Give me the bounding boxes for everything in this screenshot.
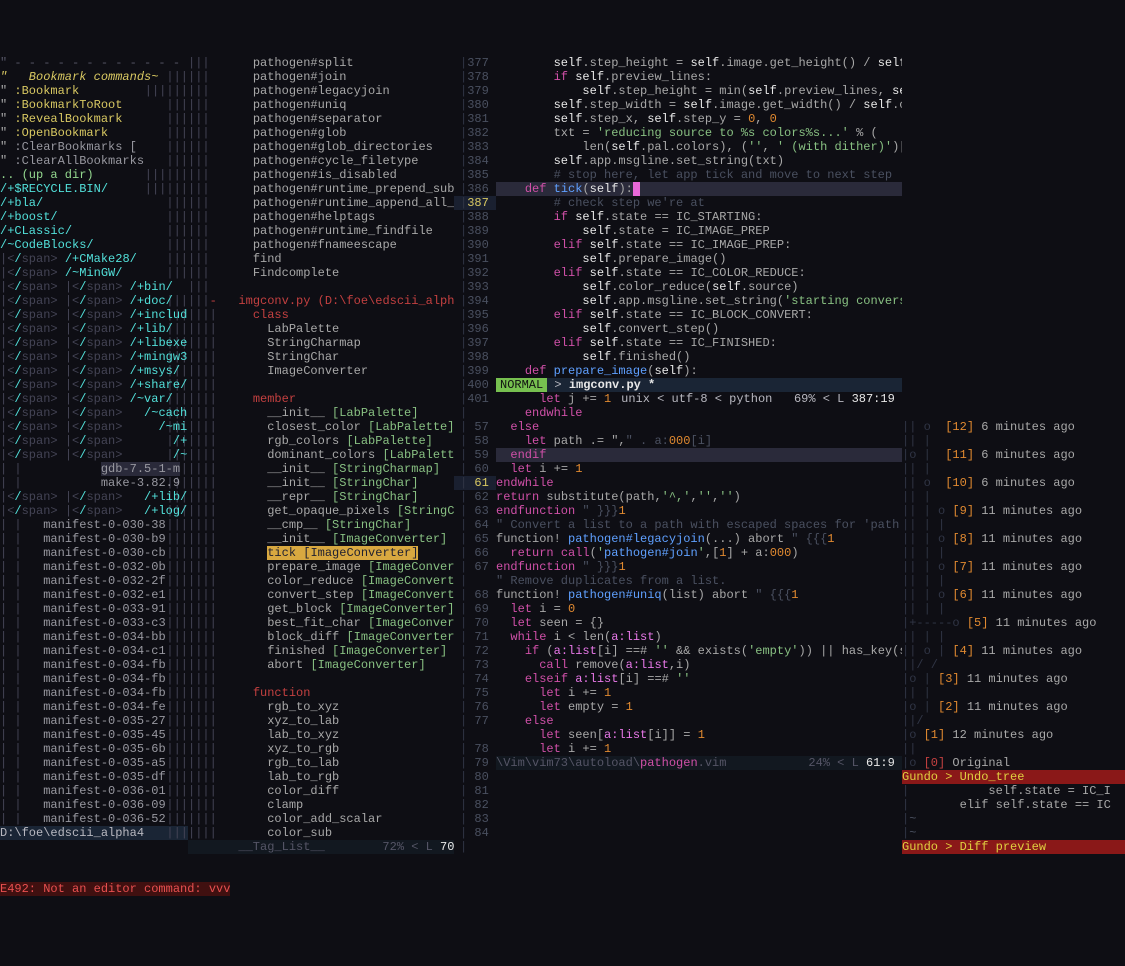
gundo-diff-status: Gundo > Diff preview	[902, 840, 1125, 854]
code-panel[interactable]: self.step_height = self.image.get_height…	[496, 56, 902, 868]
nerdtree-panel[interactable]: " - - - - - - - - - - - - - - -|||" Book…	[0, 56, 188, 868]
gundo-panel[interactable]: || o [12] 6 minutes ago|| ||o | [11] 6 m…	[902, 56, 1125, 868]
nerdtree-status: D:\foe\edscii_alpha4	[0, 826, 188, 840]
line-numbers: |377 |378 |379 |380 |381 |382 |383 |384 …	[454, 56, 496, 868]
statusline-2: \Vim\vim73\autoload\pathogen.vim24% < L …	[496, 756, 902, 770]
gundo-status: Gundo > Undo_tree	[902, 770, 1125, 784]
taglist-status: __Tag_List__ 72% < L 70:5	[188, 840, 454, 854]
statusline: NORMAL > imgconv.py *unix < utf-8 < pyth…	[496, 378, 902, 392]
taglist-panel[interactable]: ||| pathogen#split||| pathogen#join||| p…	[188, 56, 454, 868]
command-line[interactable]: E492: Not an editor command: vvv	[0, 882, 1125, 896]
